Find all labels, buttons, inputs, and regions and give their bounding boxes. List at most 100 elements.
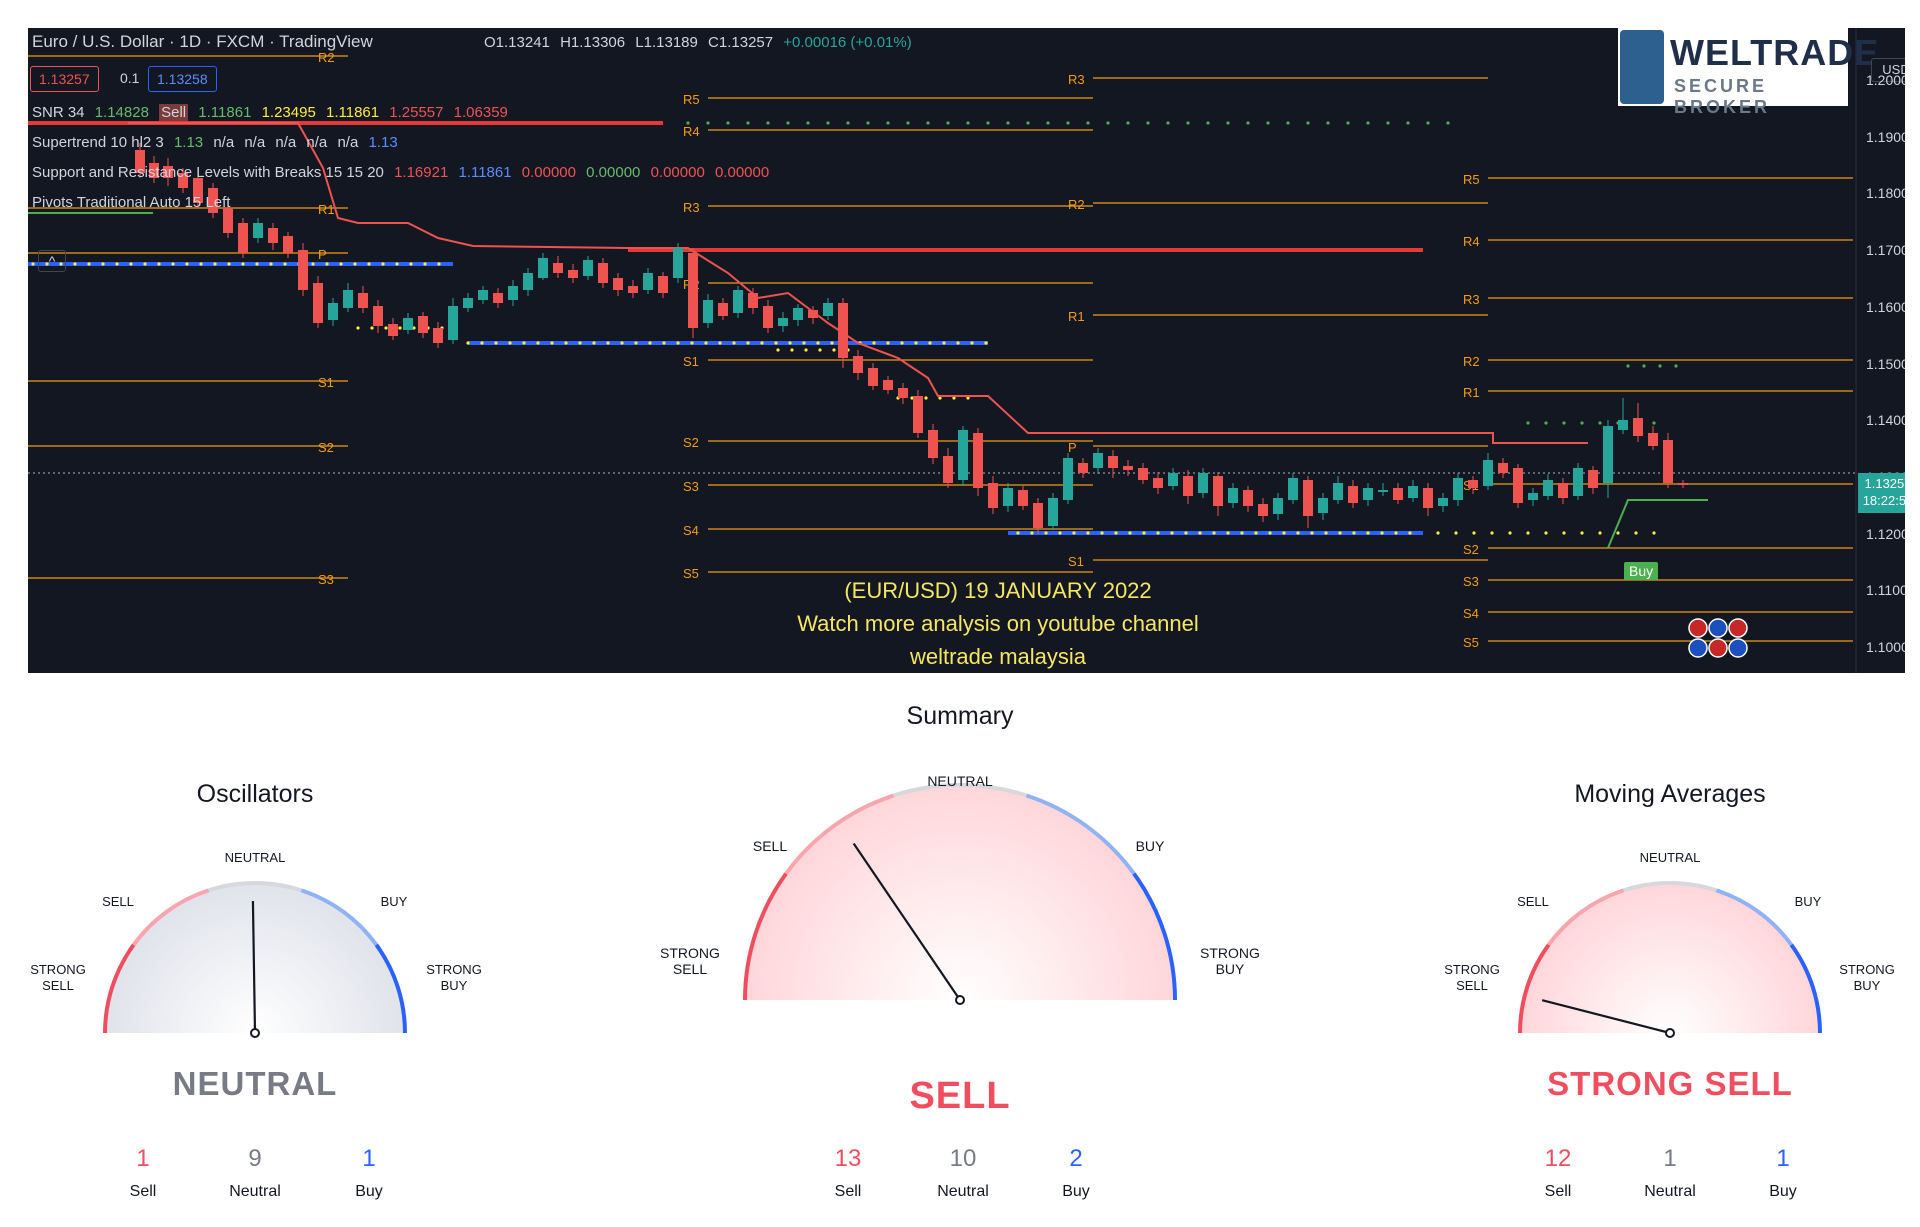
signal-dot [87,262,91,266]
signal-dot [634,341,638,345]
signal-dot [1030,531,1034,535]
candle [793,308,803,320]
signal-dot [818,348,822,352]
pivot-level-label: S1 [1068,554,1084,569]
signal-dot [494,341,498,345]
summary-gauge-dial [743,783,1177,1005]
signal-dot [283,262,287,266]
signal-dot [1472,531,1476,535]
indicator-value: n/a [306,134,328,151]
signal-dot [213,262,217,266]
signal-dot [1326,121,1330,125]
signal-dot [1310,531,1314,535]
price-axis-label: 1.17000 [1866,242,1905,259]
caption-line-2: Watch more analysis on youtube channel [797,611,1199,636]
signal-dot [1408,531,1412,535]
candle [298,250,308,290]
summary-sell-count: 13 [834,1145,862,1172]
candle [763,306,773,328]
signal-dot [1198,531,1202,535]
signal-dot [356,326,360,330]
signal-dot [802,341,806,345]
indicator-snr[interactable]: SNR 34 1.14828 Sell 1.11861 1.23495 1.11… [32,104,508,121]
candle [778,318,788,326]
last-price-value: 1.13257 [1864,476,1906,491]
candle [538,258,548,278]
candle [1513,468,1523,503]
candle [1408,486,1418,498]
signal-dot [157,262,161,266]
signal-dot [1266,121,1270,125]
candle [1543,480,1553,496]
signal-dot [1338,531,1342,535]
candle [1678,483,1688,485]
indicator-value: 0.00000 [650,164,705,181]
signal-dot [592,341,596,345]
indicator-value: 0.00000 [714,164,770,181]
signal-dot [686,121,690,125]
pivot-level-label: S3 [683,479,699,494]
pivot-level-label: R1 [1463,385,1480,400]
indicator-supertrend[interactable]: Supertrend 10 hl2 3 1.13 n/a n/a n/a n/a… [32,134,398,151]
signal-dot [1254,531,1258,535]
signal-dot [1544,421,1548,425]
candle [523,273,533,290]
candle [658,276,668,293]
collapse-indicators-button[interactable]: ^ [38,250,66,272]
pivot-level-label: P [318,247,327,262]
signal-dot [726,121,730,125]
signal-dot [325,262,329,266]
indicator-value: 1.13 [368,134,398,151]
logo-mark-icon [1620,30,1664,104]
technical-gauges: Summary NEUTRAL SELL BUY STRONG SELL STR… [0,680,1920,1227]
signal-dot [311,262,315,266]
signal-dot [199,262,203,266]
candle [1663,440,1673,483]
moving-averages-label-buy: BUY [1794,894,1822,909]
moving-averages-sell-caption: Sell [1544,1183,1572,1200]
candle [1453,478,1463,500]
symbol-title[interactable]: Euro / U.S. Dollar · 1D · FXCM · Trading… [32,32,373,52]
pivot-level-label: S2 [318,440,334,455]
signal-dot [1526,421,1530,425]
price-axis-label: 1.16000 [1866,298,1905,315]
signal-dot [1394,531,1398,535]
candle [508,286,518,300]
signal-dot [384,326,388,330]
candle [718,303,728,316]
indicator-pivots[interactable]: Pivots Traditional Auto 15 Left [32,194,230,211]
candle [883,380,893,390]
sell-price-button[interactable]: 1.13257 [30,66,99,92]
candle [328,303,338,320]
candle [1198,473,1208,493]
pivot-level-label: S2 [1463,542,1479,557]
logo-tagline: SECURE BROKER [1674,76,1771,117]
candle [343,290,353,308]
indicator-value: n/a [337,134,359,151]
buy-price-button[interactable]: 1.13258 [148,66,217,92]
signal-dot [956,341,960,345]
signal-dot [241,262,245,266]
summary-label-strong-sell: STRONG SELL [660,945,720,977]
moving-averages-title: Moving Averages [1574,780,1766,808]
summary-title: Summary [906,702,1014,730]
candle [1063,458,1073,500]
oscillators-label-neutral: NEUTRAL [224,850,286,865]
indicator-srlb[interactable]: Support and Resistance Levels with Break… [32,164,769,181]
signal-dot [1006,121,1010,125]
signal-dot [1206,121,1210,125]
signal-dot [101,262,105,266]
price-axis-label: 1.11000 [1866,582,1905,599]
signal-dot [395,262,399,266]
flag-icon [1708,618,1728,638]
candle [1648,433,1658,446]
price-chart[interactable]: R2R1PS1S2S3R5R4R3R2S1S2S3S4S5R3R2R1PS1R5… [28,28,1905,673]
signal-dot [466,341,470,345]
pivot-level-label: P [1068,440,1077,455]
summary-label-strong-buy: STRONG BUY [1200,945,1260,977]
candle [628,286,638,293]
ohlc-readout: O1.13241 H1.13306 L1.13189 C1.13257 +0.0… [484,34,918,51]
signal-dot [942,341,946,345]
open-value: O1.13241 [484,34,550,51]
pivot-level-label: R5 [1463,172,1480,187]
